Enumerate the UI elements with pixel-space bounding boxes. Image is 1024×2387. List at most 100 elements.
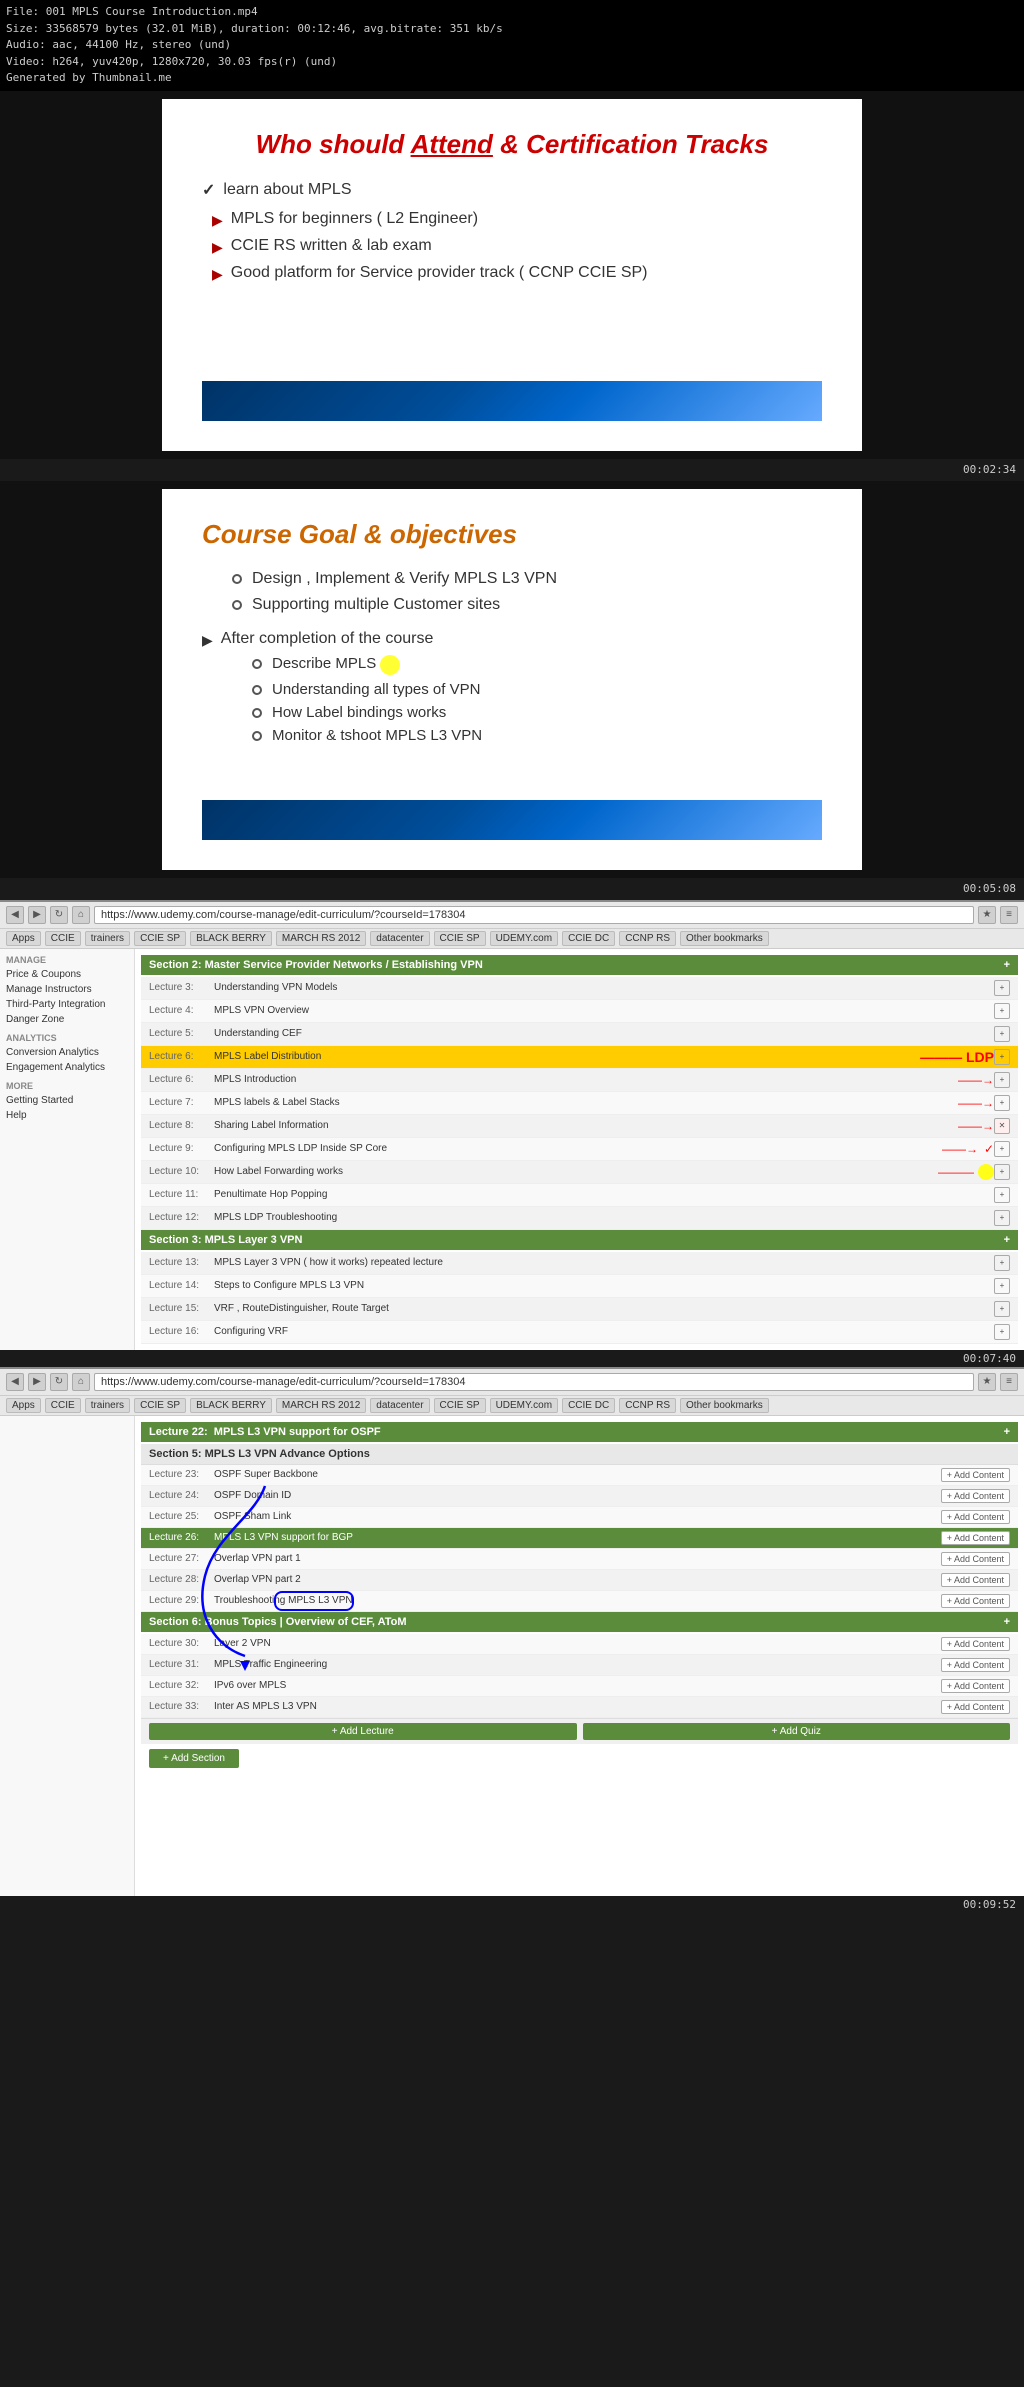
sidebar-item-engagement[interactable]: Engagement Analytics bbox=[6, 1060, 128, 1075]
file-info-line2: Size: 33568579 bytes (32.01 MiB), durati… bbox=[6, 21, 1018, 38]
bookmark-cciedc[interactable]: CCIE DC bbox=[562, 931, 615, 946]
bookmark-cciesp2[interactable]: CCIE SP bbox=[434, 931, 486, 946]
add-content-btn-33[interactable]: + Add Content bbox=[941, 1700, 1010, 1714]
section-toggle-icon6[interactable]: + bbox=[1004, 1616, 1010, 1628]
sidebar-item-price[interactable]: Price & Coupons bbox=[6, 967, 128, 982]
slide2-sub-bullets: Describe MPLS Understanding all types of… bbox=[202, 655, 822, 744]
back-button[interactable]: ◀ bbox=[6, 906, 24, 924]
bookmark-ccie-2[interactable]: CCIE bbox=[45, 1398, 81, 1413]
bookmark-datacenter-2[interactable]: datacenter bbox=[370, 1398, 429, 1413]
lecture-expand-icon[interactable]: ✕ bbox=[994, 1118, 1010, 1134]
sidebar-item-danger[interactable]: Danger Zone bbox=[6, 1012, 128, 1027]
add-content-btn-27[interactable]: + Add Content bbox=[941, 1552, 1010, 1566]
menu-button[interactable]: ≡ bbox=[1000, 906, 1018, 924]
section-toggle-icon[interactable]: + bbox=[1004, 959, 1010, 971]
file-info: File: 001 MPLS Course Introduction.mp4 S… bbox=[0, 0, 1024, 91]
add-content-btn-25[interactable]: + Add Content bbox=[941, 1510, 1010, 1524]
table-row-29: Lecture 29: Troubleshooting MPLS L3 VPN … bbox=[141, 1591, 1018, 1612]
add-content-btn-23[interactable]: + Add Content bbox=[941, 1468, 1010, 1482]
home-button[interactable]: ⌂ bbox=[72, 906, 90, 924]
bookmark-trainers[interactable]: trainers bbox=[85, 931, 130, 946]
star-button-2[interactable]: ★ bbox=[978, 1373, 996, 1391]
lecture-expand-icon[interactable]: + bbox=[994, 1301, 1010, 1317]
bookmark-blackberry-2[interactable]: BLACK BERRY bbox=[190, 1398, 272, 1413]
sidebar-item-thirdparty[interactable]: Third-Party Integration bbox=[6, 997, 128, 1012]
url-bar-1[interactable]: https://www.udemy.com/course-manage/edit… bbox=[94, 906, 974, 924]
forward-button-2[interactable]: ▶ bbox=[28, 1373, 46, 1391]
add-content-btn-24[interactable]: + Add Content bbox=[941, 1489, 1010, 1503]
table-row: Lecture 23: OSPF Super Backbone + Add Co… bbox=[141, 1465, 1018, 1486]
lecture-expand-icon[interactable]: + bbox=[994, 1210, 1010, 1226]
lecture-expand-icon[interactable]: + bbox=[994, 1095, 1010, 1111]
lecture-expand-icon[interactable]: + bbox=[994, 1164, 1010, 1180]
lecture-expand-icon[interactable]: + bbox=[994, 1255, 1010, 1271]
table-row: Lecture 6: MPLS Introduction ——→ + bbox=[141, 1069, 1018, 1092]
add-content-btn-28[interactable]: + Add Content bbox=[941, 1573, 1010, 1587]
list-item: How Label bindings works bbox=[252, 704, 822, 721]
sidebar-item-help[interactable]: Help bbox=[6, 1108, 128, 1123]
add-content-btn-31[interactable]: + Add Content bbox=[941, 1658, 1010, 1672]
add-content-btn-32[interactable]: + Add Content bbox=[941, 1679, 1010, 1693]
bookmark-other-2[interactable]: Other bookmarks bbox=[680, 1398, 769, 1413]
bookmark-blackberry[interactable]: BLACK BERRY bbox=[190, 931, 272, 946]
lecture-expand-icon[interactable]: + bbox=[994, 1141, 1010, 1157]
add-content-btn-29[interactable]: + Add Content bbox=[941, 1594, 1010, 1608]
list-item: Supporting multiple Customer sites bbox=[232, 596, 822, 614]
menu-button-2[interactable]: ≡ bbox=[1000, 1373, 1018, 1391]
reload-button[interactable]: ↻ bbox=[50, 906, 68, 924]
sidebar-analytics-section: ANALYTICS Conversion Analytics Engagemen… bbox=[6, 1033, 128, 1075]
add-lecture-button[interactable]: + Add Lecture bbox=[149, 1723, 577, 1740]
bookmark-ccie[interactable]: CCIE bbox=[45, 931, 81, 946]
bookmark-apps[interactable]: Apps bbox=[6, 931, 41, 946]
bookmark-datacenter[interactable]: datacenter bbox=[370, 931, 429, 946]
add-section-bar: + Add Section bbox=[141, 1744, 1018, 1772]
section-toggle-icon2[interactable]: + bbox=[1004, 1234, 1010, 1246]
add-quiz-button[interactable]: + Add Quiz bbox=[583, 1723, 1011, 1740]
forward-button[interactable]: ▶ bbox=[28, 906, 46, 924]
bookmark-udemy[interactable]: UDEMY.com bbox=[490, 931, 559, 946]
bookmark-cciesp[interactable]: CCIE SP bbox=[134, 931, 186, 946]
red-arrow-annotation4: ——→ bbox=[942, 1142, 978, 1156]
list-item: Understanding all types of VPN bbox=[252, 681, 822, 698]
bookmark-udemy-2[interactable]: UDEMY.com bbox=[490, 1398, 559, 1413]
lecture-expand-icon[interactable]: + bbox=[994, 1278, 1010, 1294]
sidebar-item-getting-started[interactable]: Getting Started bbox=[6, 1093, 128, 1108]
bookmark-ccnprs-2[interactable]: CCNP RS bbox=[619, 1398, 676, 1413]
bookmark-cciesp-2[interactable]: CCIE SP bbox=[134, 1398, 186, 1413]
bookmark-other[interactable]: Other bookmarks bbox=[680, 931, 769, 946]
sidebar-item-conversion[interactable]: Conversion Analytics bbox=[6, 1045, 128, 1060]
lecture-expand-icon[interactable]: + bbox=[994, 1324, 1010, 1340]
lecture-expand-icon[interactable]: + bbox=[994, 980, 1010, 996]
table-row: Lecture 5: Understanding CEF + bbox=[141, 1023, 1018, 1046]
section-toggle-icon22[interactable]: + bbox=[1004, 1426, 1010, 1438]
lecture-expand-icon[interactable]: + bbox=[994, 1026, 1010, 1042]
table-row-ldp: Lecture 6: MPLS Label Distribution ——— L… bbox=[141, 1046, 1018, 1069]
lecture-expand-icon[interactable]: + bbox=[994, 1187, 1010, 1203]
bookmarks-bar-1: Apps CCIE trainers CCIE SP BLACK BERRY M… bbox=[0, 929, 1024, 949]
add-content-btn-30[interactable]: + Add Content bbox=[941, 1637, 1010, 1651]
file-info-line1: File: 001 MPLS Course Introduction.mp4 bbox=[6, 4, 1018, 21]
url-bar-2[interactable]: https://www.udemy.com/course-manage/edit… bbox=[94, 1373, 974, 1391]
cms-container-2: Lecture 22: MPLS L3 VPN support for OSPF… bbox=[0, 1416, 1024, 1896]
star-button[interactable]: ★ bbox=[978, 906, 996, 924]
lecture-expand-icon[interactable]: + bbox=[994, 1003, 1010, 1019]
bookmark-apps-2[interactable]: Apps bbox=[6, 1398, 41, 1413]
bookmark-cciesp2-2[interactable]: CCIE SP bbox=[434, 1398, 486, 1413]
add-section-button[interactable]: + Add Section bbox=[149, 1749, 239, 1768]
bookmark-march-2[interactable]: MARCH RS 2012 bbox=[276, 1398, 366, 1413]
video-bar-2: 00:05:08 bbox=[0, 878, 1024, 900]
add-content-btn-26[interactable]: + Add Content bbox=[941, 1531, 1010, 1545]
bookmark-march[interactable]: MARCH RS 2012 bbox=[276, 931, 366, 946]
red-arrow-annotation2: ——→ bbox=[958, 1096, 994, 1110]
bookmark-cciedc-2[interactable]: CCIE DC bbox=[562, 1398, 615, 1413]
table-row: Lecture 25: OSPF Sham Link + Add Content bbox=[141, 1507, 1018, 1528]
back-button-2[interactable]: ◀ bbox=[6, 1373, 24, 1391]
bookmark-ccnprs[interactable]: CCNP RS bbox=[619, 931, 676, 946]
home-button-2[interactable]: ⌂ bbox=[72, 1373, 90, 1391]
reload-button-2[interactable]: ↻ bbox=[50, 1373, 68, 1391]
sidebar-item-instructors[interactable]: Manage Instructors bbox=[6, 982, 128, 997]
bookmark-trainers-2[interactable]: trainers bbox=[85, 1398, 130, 1413]
table-row: Lecture 14: Steps to Configure MPLS L3 V… bbox=[141, 1275, 1018, 1298]
lecture-expand-icon[interactable]: + bbox=[994, 1072, 1010, 1088]
lecture-expand-icon[interactable]: + bbox=[994, 1049, 1010, 1065]
